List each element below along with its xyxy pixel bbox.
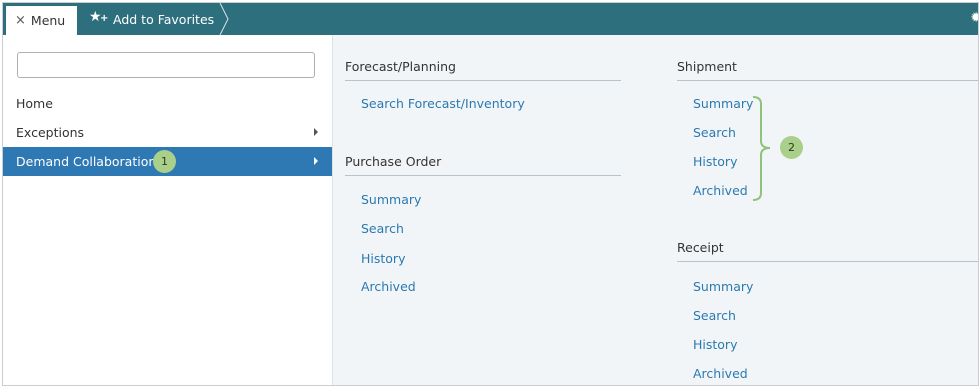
link-search-forecast-inventory[interactable]: Search Forecast/Inventory [361, 96, 525, 111]
section-title-shipment: Shipment [677, 59, 978, 81]
breadcrumb-chevron-icon [219, 3, 229, 35]
menu-nav: Home Exceptions Demand Collaboration 1 [3, 89, 332, 176]
link-receipt-archived[interactable]: Archived [693, 366, 748, 381]
menu-label: Menu [30, 13, 66, 28]
section-title-purchase-order: Purchase Order [345, 154, 621, 176]
menu-item-label: Demand Collaboration [16, 154, 157, 169]
add-to-favorites-label: Add to Favorites [113, 11, 215, 27]
link-receipt-search[interactable]: Search [693, 308, 736, 323]
link-shipment-history[interactable]: History [693, 154, 737, 169]
menu-search-input[interactable] [17, 52, 315, 78]
star-plus-icon: ★ + [89, 9, 109, 25]
link-po-summary[interactable]: Summary [361, 192, 421, 207]
link-po-search[interactable]: Search [361, 221, 404, 236]
link-po-history[interactable]: History [361, 251, 405, 266]
link-receipt-summary[interactable]: Summary [693, 279, 753, 294]
menu-item-label: Exceptions [16, 125, 85, 140]
chevron-right-icon [314, 128, 318, 136]
callout-badge-1: 1 [153, 150, 176, 173]
link-shipment-search[interactable]: Search [693, 125, 736, 140]
gear-icon[interactable]: ✹ [970, 10, 978, 26]
close-icon: × [15, 13, 26, 28]
section-title-receipt: Receipt [677, 240, 978, 262]
add-to-favorites-button[interactable]: ★ + Add to Favorites [79, 3, 228, 35]
callout-badge-2: 2 [780, 136, 803, 159]
chevron-right-icon [314, 157, 318, 165]
annotation-bracket [752, 96, 771, 201]
link-shipment-archived[interactable]: Archived [693, 183, 748, 198]
menu-item-home[interactable]: Home [3, 89, 332, 118]
menu-item-label: Home [16, 96, 53, 111]
menu-tab[interactable]: × Menu [6, 6, 77, 35]
app-frame: × Menu ★+ Add to Favorites ✹ Home Except… [2, 2, 979, 386]
menu-sidebar: Home Exceptions Demand Collaboration 1 [3, 35, 333, 385]
link-receipt-history[interactable]: History [693, 337, 737, 352]
top-bar: × Menu ★+ Add to Favorites ✹ [3, 3, 978, 35]
section-title-forecast-planning: Forecast/Planning [345, 59, 621, 81]
menu-item-exceptions[interactable]: Exceptions [3, 118, 332, 147]
link-shipment-summary[interactable]: Summary [693, 96, 753, 111]
link-po-archived[interactable]: Archived [361, 279, 416, 294]
menu-item-demand-collaboration[interactable]: Demand Collaboration 1 [3, 147, 332, 176]
